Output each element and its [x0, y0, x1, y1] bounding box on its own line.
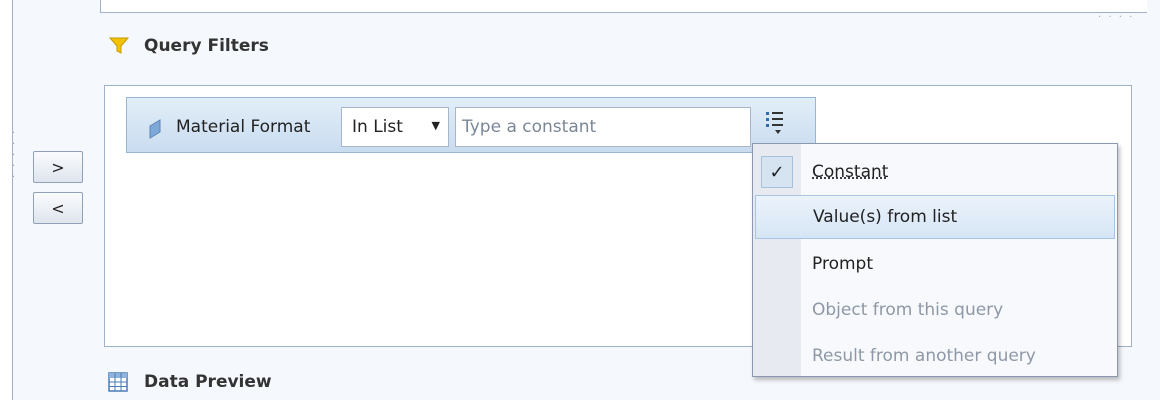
- checkmark-icon: ✓: [761, 156, 793, 188]
- list-dropdown-icon: [766, 112, 783, 134]
- table-grid-icon: [108, 372, 132, 392]
- menu-item-values-from-list[interactable]: Value(s) from list: [755, 195, 1115, 239]
- query-filters-header: Query Filters: [108, 36, 269, 56]
- menu-item-prompt[interactable]: Prompt: [753, 242, 1117, 286]
- data-preview-title: Data Preview: [144, 372, 272, 392]
- constant-placeholder: Type a constant: [462, 117, 597, 137]
- top-panel-border: [100, 0, 1147, 13]
- left-panel-edge: [0, 0, 13, 400]
- menu-item-object-from-query: Object from this query: [812, 300, 1004, 320]
- menu-item-result-from-another-query: Result from another query: [812, 346, 1036, 366]
- dropdown-arrow-icon: ▼: [431, 119, 440, 132]
- filter-object-name: Material Format: [176, 117, 311, 137]
- move-right-button[interactable]: >: [33, 151, 83, 183]
- dimension-object-icon: [148, 118, 162, 140]
- constant-value-input[interactable]: Type a constant: [455, 107, 751, 147]
- top-resize-grip[interactable]: · · · ·: [1098, 13, 1134, 23]
- menu-item-constant[interactable]: ✓ Constant: [753, 150, 1117, 194]
- left-resize-grip[interactable]: · · · · ·: [12, 128, 22, 183]
- operator-select[interactable]: In List ▼: [341, 107, 449, 147]
- value-source-button[interactable]: [758, 107, 792, 147]
- funnel-icon: [108, 36, 132, 56]
- data-preview-header: Data Preview: [108, 372, 272, 392]
- operator-value: In List: [352, 117, 403, 137]
- value-source-menu: ✓ Constant Value(s) from list Prompt Obj…: [752, 143, 1118, 377]
- move-left-button[interactable]: <: [33, 192, 83, 224]
- query-filters-title: Query Filters: [144, 36, 269, 56]
